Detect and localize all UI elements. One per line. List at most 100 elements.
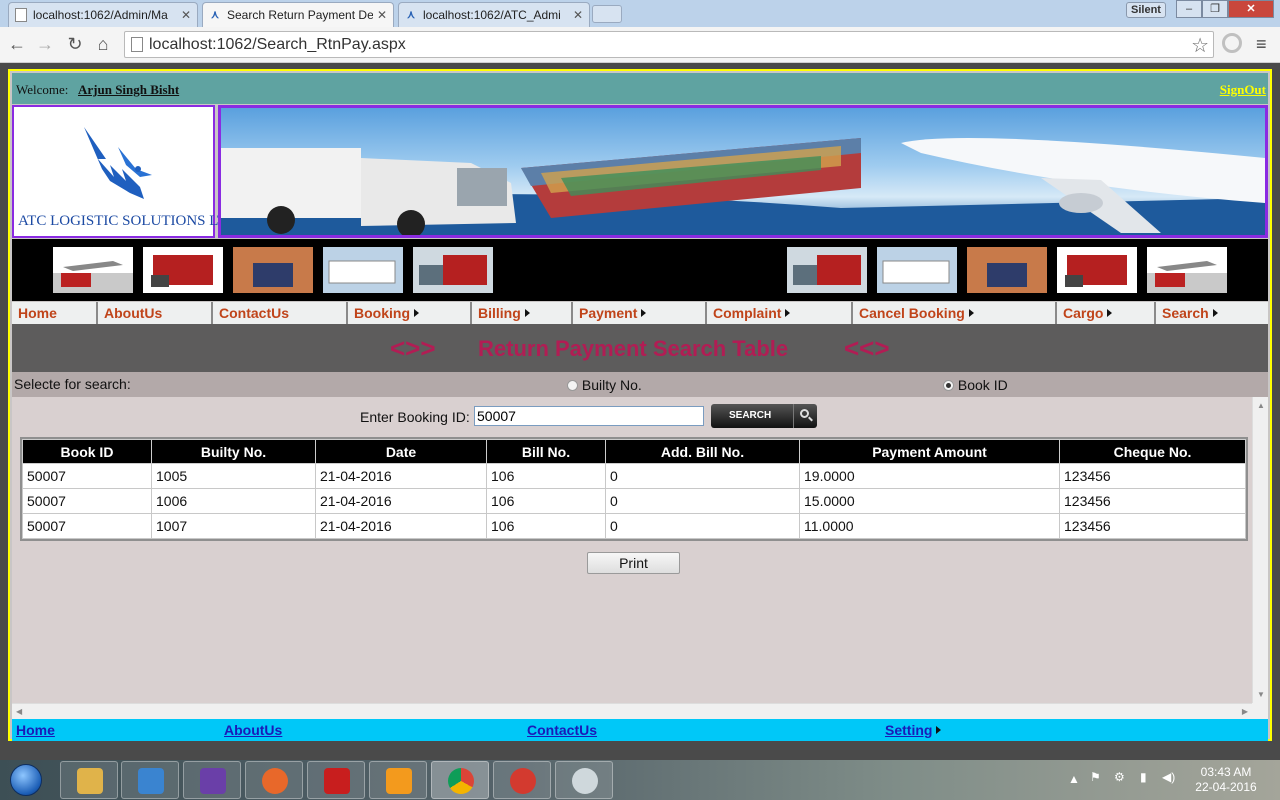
menu-item-home[interactable]: Home	[12, 302, 98, 324]
clock-time: 03:43 AM	[1200, 765, 1252, 779]
radio-button[interactable]	[567, 380, 578, 391]
column-header: Bill No.	[486, 439, 606, 464]
action-center-icon[interactable]: ⚑	[1090, 770, 1101, 784]
booking-id-input[interactable]	[474, 406, 704, 426]
main-menu: Home AboutUs ContactUs Booking Billing P…	[12, 302, 1268, 324]
table-row: 50007 1006 21-04-2016 106 0 15.0000 1234…	[22, 488, 1246, 514]
radio-builty-no[interactable]: Builty No.	[567, 377, 642, 393]
search-button[interactable]: SEARCH	[711, 404, 817, 428]
menu-item-cargo[interactable]: Cargo	[1057, 302, 1156, 324]
vertical-scrollbar[interactable]: ▲ ▼	[1252, 397, 1268, 703]
footer-link-aboutus[interactable]: AboutUs	[224, 722, 282, 738]
folder-icon	[77, 768, 103, 794]
menu-item-search[interactable]: Search	[1156, 302, 1268, 324]
home-icon[interactable]: ⌂	[92, 33, 114, 55]
cell-date: 21-04-2016	[315, 488, 487, 514]
menu-item-booking[interactable]: Booking	[348, 302, 472, 324]
radio-book-id[interactable]: Book ID	[943, 377, 1008, 393]
taskbar-visual-studio[interactable]	[183, 761, 241, 799]
close-tab-icon[interactable]: ✕	[377, 8, 387, 22]
network-icon[interactable]: ▮	[1140, 770, 1147, 784]
taskbar-chrome[interactable]	[431, 761, 489, 799]
footer-link-setting[interactable]: Setting	[885, 722, 942, 738]
footer-link-contactus[interactable]: ContactUs	[527, 722, 597, 738]
column-header: Date	[315, 439, 487, 464]
radio-button[interactable]	[943, 380, 954, 391]
thumb-image-plane-truck	[53, 247, 133, 293]
cell-builty-no: 1005	[151, 463, 316, 489]
search-type-label: Selecte for search:	[14, 376, 131, 392]
menu-item-complaint[interactable]: Complaint	[707, 302, 853, 324]
cell-cheque-no: 123456	[1059, 513, 1246, 539]
table-row: 50007 1005 21-04-2016 106 0 19.0000 1234…	[22, 463, 1246, 489]
browser-tab-2[interactable]: ⋏ Search Return Payment De ✕	[202, 2, 394, 27]
cell-add-bill-no: 0	[605, 513, 800, 539]
footer-link-home[interactable]: Home	[16, 722, 55, 738]
menu-item-aboutus[interactable]: AboutUs	[98, 302, 213, 324]
new-tab-button[interactable]	[592, 5, 622, 23]
back-icon[interactable]: ←	[6, 33, 28, 55]
taskbar-ccleaner[interactable]	[493, 761, 551, 799]
user-name-link[interactable]: Arjun Singh Bisht	[78, 82, 179, 98]
forward-icon[interactable]: →	[34, 33, 56, 55]
scroll-right-icon[interactable]: ▶	[1242, 707, 1248, 716]
bookmark-star-icon[interactable]: ☆	[1191, 33, 1209, 58]
page-title-band: <>> Return Payment Search Table <<>	[12, 324, 1268, 372]
taskbar-paint[interactable]	[555, 761, 613, 799]
cell-bill-no: 106	[486, 488, 606, 514]
thumb-image-sunset-truck	[233, 247, 313, 293]
print-button[interactable]: Print	[587, 552, 680, 574]
cell-cheque-no: 123456	[1059, 463, 1246, 489]
menu-item-contactus[interactable]: ContactUs	[213, 302, 348, 324]
cell-book-id: 50007	[22, 513, 152, 539]
extension-icon[interactable]	[1222, 33, 1242, 53]
address-bar[interactable]: localhost:1062/Search_RtnPay.aspx ☆	[124, 31, 1214, 58]
page-title: Return Payment Search Table	[478, 336, 789, 361]
cell-date: 21-04-2016	[315, 513, 487, 539]
close-window-button[interactable]: ✕	[1228, 0, 1274, 18]
chrome-menu-icon[interactable]: ≡	[1256, 34, 1267, 55]
browser-tab-title: localhost:1062/Admin/Ma	[33, 8, 168, 22]
submenu-arrow-icon	[936, 726, 942, 734]
start-button[interactable]	[4, 762, 48, 798]
title-left-decoration: <>>	[390, 333, 436, 363]
site-favicon-icon: ⋏	[210, 9, 220, 21]
close-tab-icon[interactable]: ✕	[181, 8, 191, 22]
show-hidden-icons[interactable]: ▲	[1068, 772, 1080, 786]
volume-icon[interactable]: ◀)	[1162, 770, 1175, 784]
scroll-left-icon[interactable]: ◀	[16, 707, 22, 716]
taskbar-media-player[interactable]	[121, 761, 179, 799]
browser-tab-3[interactable]: ⋏ localhost:1062/ATC_Admi ✕	[398, 2, 590, 27]
taskbar-vlc[interactable]	[369, 761, 427, 799]
reload-icon[interactable]: ↻	[64, 33, 86, 55]
radio-label: Builty No.	[581, 377, 642, 393]
url-text: localhost:1062/Search_RtnPay.aspx	[149, 35, 406, 53]
taskbar-clock[interactable]: 03:43 AM 22-04-2016	[1192, 765, 1260, 795]
close-tab-icon[interactable]: ✕	[573, 8, 583, 22]
signout-link[interactable]: SignOut	[1220, 82, 1266, 98]
menu-item-billing[interactable]: Billing	[472, 302, 573, 324]
table-row: 50007 1007 21-04-2016 106 0 11.0000 1234…	[22, 513, 1246, 539]
submenu-arrow-icon	[414, 309, 419, 317]
welcome-label: Welcome:	[16, 82, 69, 97]
submenu-arrow-icon	[968, 309, 974, 317]
thumb-image-red-truck	[143, 247, 223, 293]
taskbar-firefox[interactable]	[245, 761, 303, 799]
search-icon	[793, 404, 817, 428]
menu-item-cancel-booking[interactable]: Cancel Booking	[853, 302, 1057, 324]
scroll-up-icon[interactable]: ▲	[1257, 401, 1265, 410]
device-icon[interactable]: ⚙	[1114, 770, 1125, 784]
submenu-arrow-icon	[524, 309, 530, 317]
minimize-button[interactable]: –	[1176, 0, 1202, 18]
thumb-image-red-truck	[1057, 247, 1137, 293]
maximize-button[interactable]: ❐	[1202, 0, 1228, 18]
taskbar-acrobat[interactable]	[307, 761, 365, 799]
cell-payment-amount: 19.0000	[799, 463, 1060, 489]
taskbar-explorer[interactable]	[60, 761, 118, 799]
browser-tab-1[interactable]: localhost:1062/Admin/Ma ✕	[8, 2, 198, 27]
menu-item-payment[interactable]: Payment	[573, 302, 707, 324]
scroll-down-icon[interactable]: ▼	[1257, 690, 1265, 699]
horizontal-scrollbar[interactable]: ◀ ▶	[12, 703, 1252, 719]
browser-tab-bar: localhost:1062/Admin/Ma ✕ ⋏ Search Retur…	[0, 0, 1280, 27]
company-name: ATC LOGISTIC SOLUTIONS LTD.	[18, 213, 241, 229]
